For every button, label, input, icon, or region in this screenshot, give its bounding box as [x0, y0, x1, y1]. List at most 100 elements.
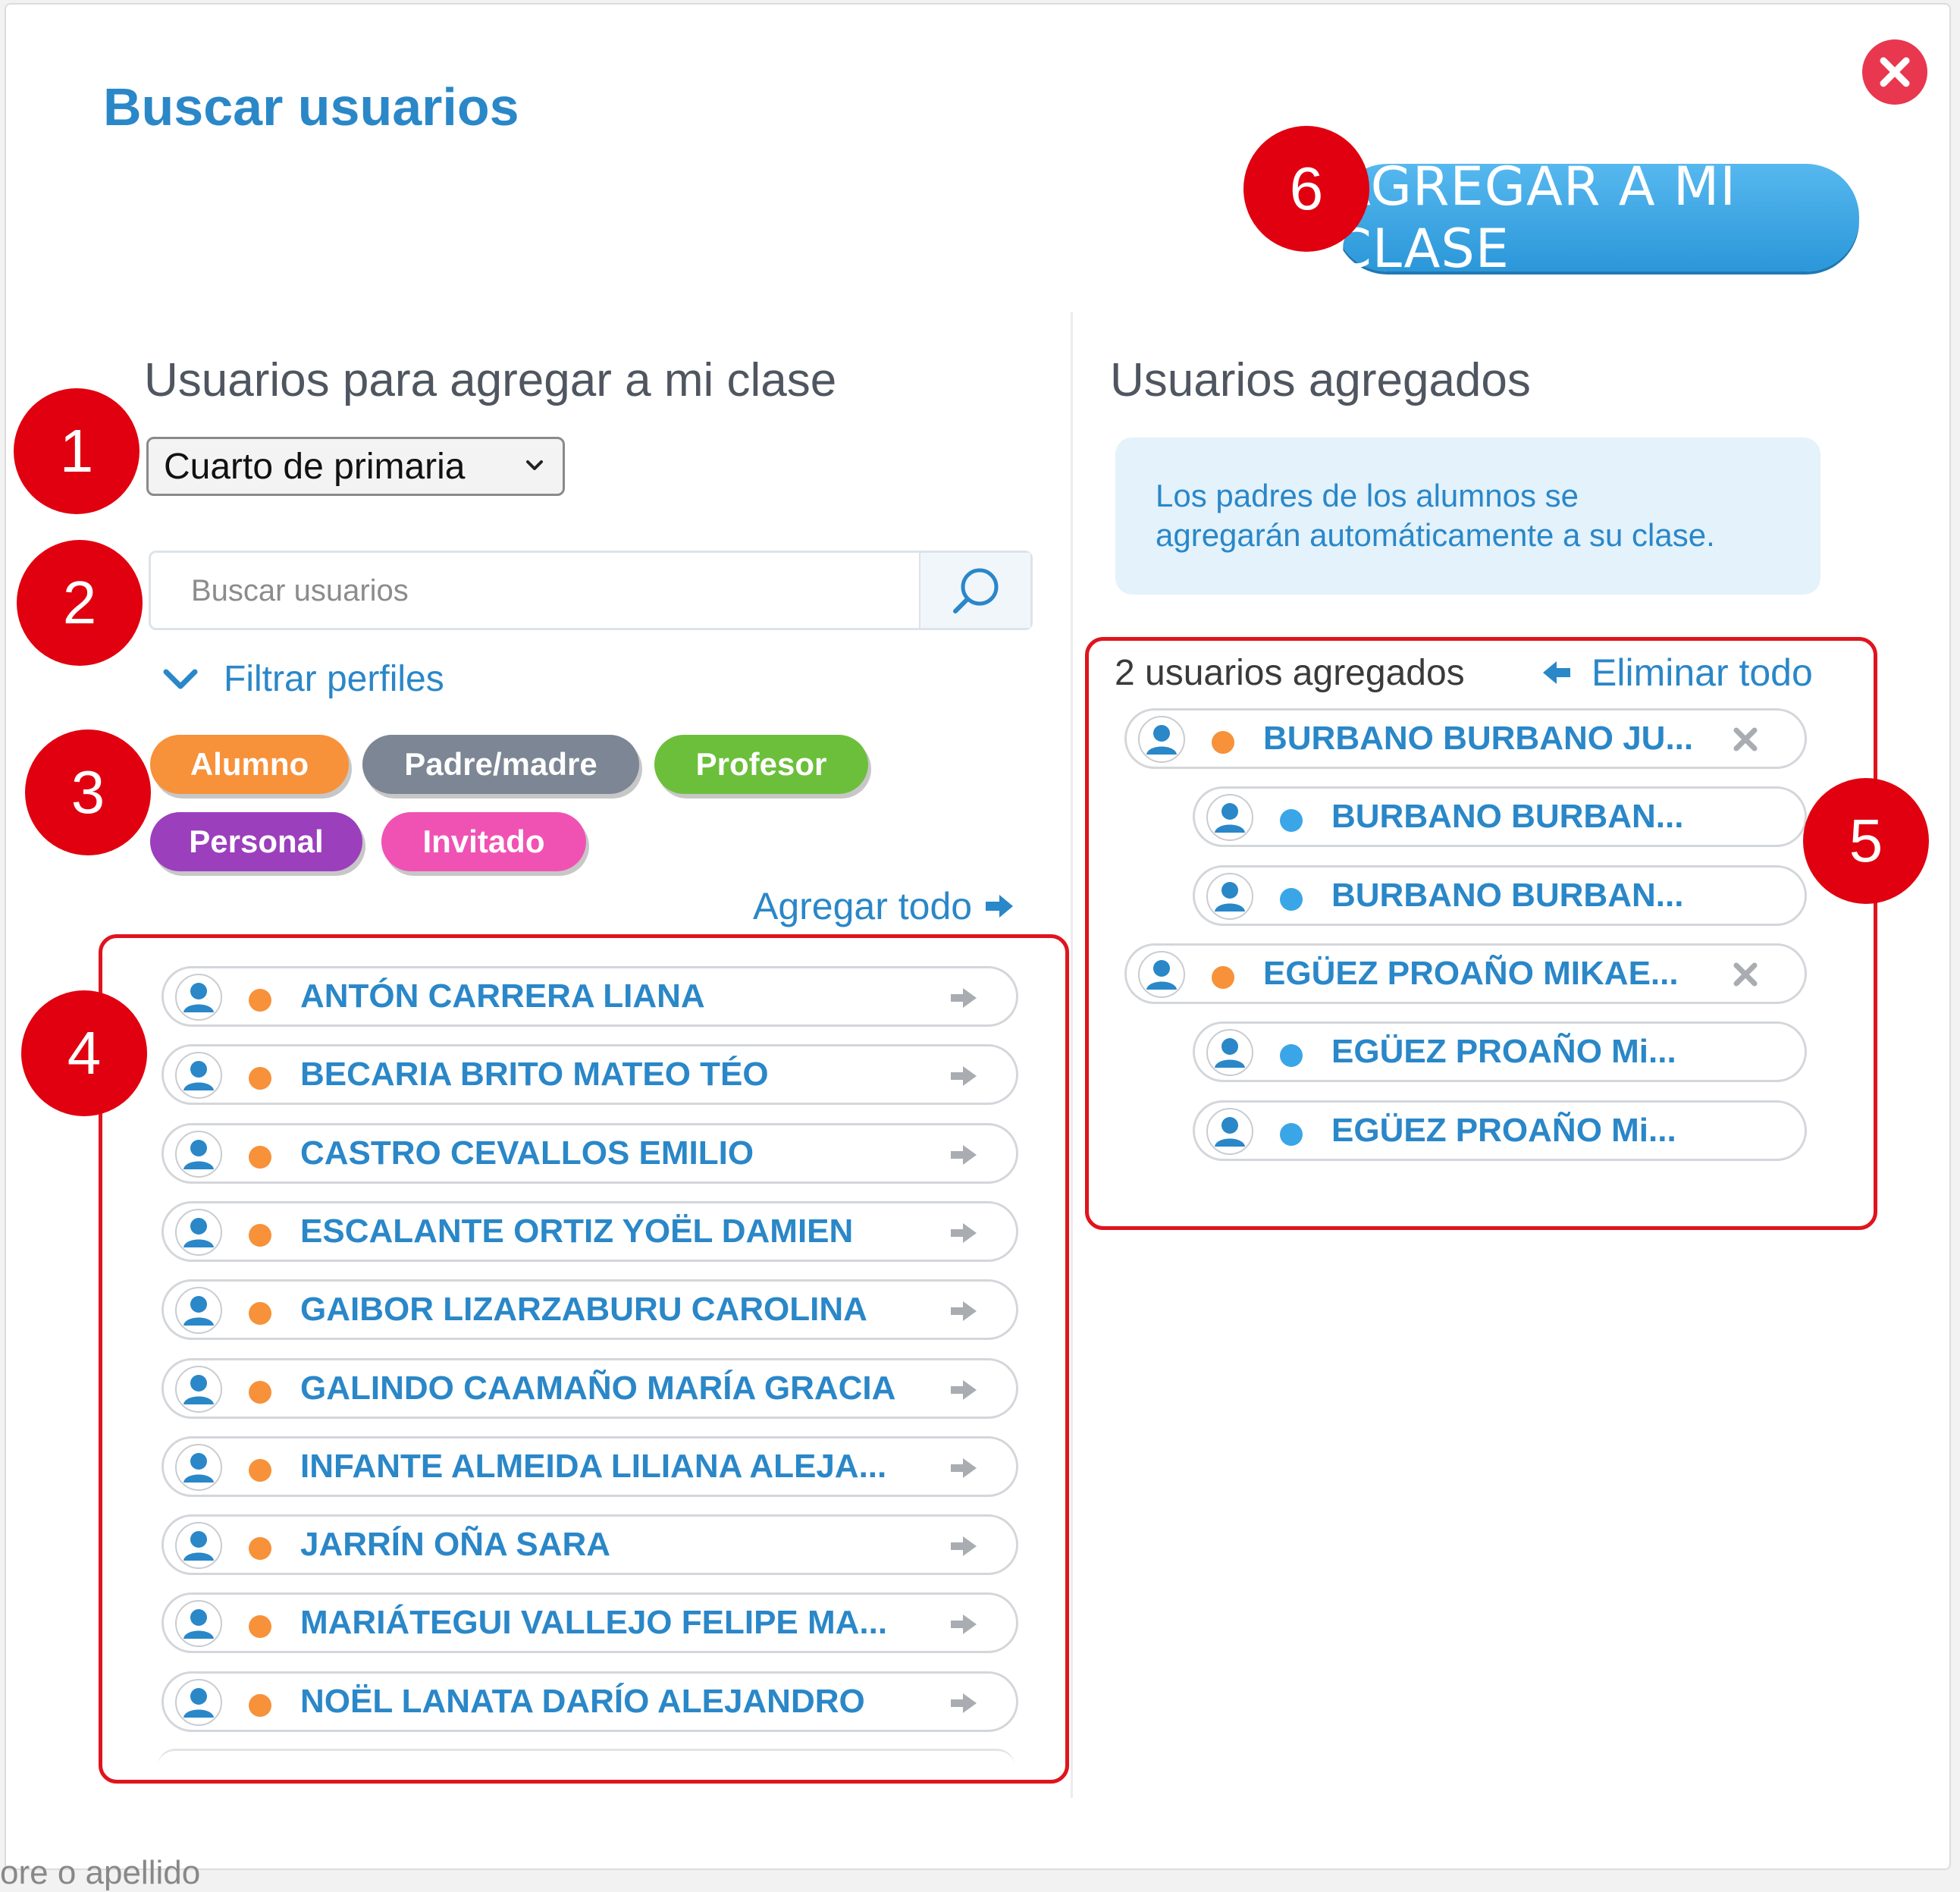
student-status-dot	[249, 1537, 271, 1561]
user-name: CASTRO CEVALLOS EMILIO	[300, 1134, 754, 1172]
grade-select[interactable]: Cuarto de primaria	[146, 437, 565, 496]
add-user-arrow-icon[interactable]	[949, 1144, 978, 1166]
annotation-badge-4: 4	[21, 990, 147, 1116]
remove-user-icon[interactable]	[1732, 961, 1759, 988]
add-user-arrow-icon[interactable]	[949, 1300, 978, 1323]
user-name: ANTÓN CARRERA LIANA	[300, 977, 705, 1015]
available-user-row[interactable]: CASTRO CEVALLOS EMILIO	[162, 1122, 1018, 1184]
added-parent-row[interactable]: BURBANO BURBAN...	[1193, 864, 1807, 926]
filter-chip-padre-madre[interactable]: Padre/madre	[362, 735, 639, 794]
add-all-link[interactable]: Agregar todo	[753, 884, 1014, 928]
added-users-count: 2 usuarios agregados	[1115, 653, 1465, 693]
add-user-arrow-icon[interactable]	[949, 1457, 978, 1479]
user-name: MARIÁTEGUI VALLEJO FELIPE MA...	[300, 1604, 888, 1642]
user-avatar-icon	[175, 1678, 222, 1726]
student-status-dot	[1212, 731, 1234, 754]
annotation-badge-1: 1	[14, 388, 140, 514]
added-user-name: EGÜEZ PROAÑO Mi...	[1331, 1111, 1676, 1149]
remove-user-icon[interactable]	[1732, 726, 1759, 753]
student-status-dot	[249, 1693, 271, 1717]
filter-chip-invitado[interactable]: Invitado	[381, 812, 586, 871]
user-name: GAIBOR LIZARZABURU CAROLINA	[300, 1291, 867, 1329]
user-avatar-icon	[1206, 794, 1253, 842]
add-user-arrow-icon[interactable]	[949, 1692, 978, 1715]
close-icon	[1880, 57, 1910, 87]
available-user-row[interactable]: GALINDO CAAMAÑO MARÍA GRACIA	[162, 1357, 1018, 1419]
remove-all-link[interactable]: Eliminar todo	[1541, 651, 1813, 695]
user-avatar-icon	[1206, 872, 1253, 920]
grade-select-value: Cuarto de primaria	[164, 446, 466, 487]
arrow-right-icon	[986, 895, 1014, 918]
user-avatar-icon	[175, 1365, 222, 1413]
search-button[interactable]	[919, 553, 1030, 628]
add-user-arrow-icon[interactable]	[949, 1222, 978, 1244]
student-status-dot	[249, 1302, 271, 1326]
user-search-field[interactable]: Buscar usuarios	[149, 551, 1033, 630]
info-text-line-2: agregarán automáticamente a su clase.	[1156, 517, 1715, 553]
added-parent-row[interactable]: BURBANO BURBAN...	[1193, 786, 1807, 848]
available-user-row[interactable]: JARRÍN OÑA SARA	[162, 1514, 1018, 1576]
filter-profiles-label: Filtrar perfiles	[224, 659, 444, 699]
parent-status-dot	[1280, 887, 1303, 911]
added-user-name: BURBANO BURBAN...	[1331, 798, 1684, 836]
search-input[interactable]: Buscar usuarios	[191, 574, 409, 608]
add-user-arrow-icon[interactable]	[949, 987, 978, 1009]
available-users-heading: Usuarios para agregar a mi clase	[144, 354, 837, 406]
available-user-row[interactable]: MARIÁTEGUI VALLEJO FELIPE MA...	[162, 1592, 1018, 1654]
user-avatar-icon	[1138, 950, 1185, 998]
background-page-hint: ore o apellido	[0, 1854, 201, 1891]
added-student-row[interactable]: BURBANO BURBANO JU...	[1124, 708, 1807, 769]
user-avatar-icon	[175, 1130, 222, 1178]
user-avatar-icon	[175, 974, 222, 1021]
add-to-my-class-button[interactable]: AGREGAR A MI CLASE	[1334, 155, 1859, 280]
filter-chip-profesor[interactable]: Profesor	[654, 735, 868, 794]
student-status-dot	[249, 1380, 271, 1404]
parent-status-dot	[1280, 1044, 1303, 1068]
add-all-label: Agregar todo	[753, 885, 973, 927]
close-button[interactable]	[1862, 39, 1927, 105]
add-user-arrow-icon[interactable]	[949, 1065, 978, 1087]
available-user-row[interactable]: INFANTE ALMEIDA LILIANA ALEJA...	[162, 1435, 1018, 1497]
available-user-row[interactable]: ESCALANTE ORTIZ YOËL DAMIEN	[162, 1200, 1018, 1262]
annotation-badge-5: 5	[1803, 778, 1929, 904]
list-scroll-edge	[158, 1749, 1014, 1766]
added-user-name: BURBANO BURBAN...	[1331, 876, 1684, 914]
filter-chip-personal[interactable]: Personal	[150, 812, 362, 871]
arrow-left-icon	[1543, 661, 1570, 684]
added-parent-row[interactable]: EGÜEZ PROAÑO Mi...	[1193, 1021, 1807, 1083]
filter-profiles-toggle[interactable]: Filtrar perfiles	[162, 658, 444, 700]
parent-status-dot	[1280, 1122, 1303, 1146]
available-user-row[interactable]: ANTÓN CARRERA LIANA	[162, 966, 1018, 1027]
added-parent-row[interactable]: EGÜEZ PROAÑO Mi...	[1193, 1100, 1807, 1161]
user-avatar-icon	[175, 1522, 222, 1570]
available-user-row[interactable]: GAIBOR LIZARZABURU CAROLINA	[162, 1279, 1018, 1341]
available-user-row[interactable]: BECARIA BRITO MATEO TÉO	[162, 1044, 1018, 1106]
added-user-name: BURBANO BURBANO JU...	[1263, 720, 1694, 757]
student-status-dot	[1212, 965, 1234, 989]
filter-chip-alumno[interactable]: Alumno	[150, 735, 349, 794]
user-avatar-icon	[175, 1052, 222, 1100]
user-avatar-icon	[175, 1287, 222, 1335]
add-user-arrow-icon[interactable]	[949, 1613, 978, 1636]
add-user-arrow-icon[interactable]	[949, 1379, 978, 1401]
added-student-row[interactable]: EGÜEZ PROAÑO MIKAE...	[1124, 943, 1807, 1004]
add-user-arrow-icon[interactable]	[949, 1535, 978, 1558]
student-status-dot	[249, 989, 271, 1012]
added-user-name: EGÜEZ PROAÑO MIKAE...	[1263, 954, 1679, 992]
parent-status-dot	[1280, 809, 1303, 833]
user-name: GALINDO CAAMAÑO MARÍA GRACIA	[300, 1369, 896, 1407]
search-icon	[952, 568, 998, 613]
user-avatar-icon	[1206, 1029, 1253, 1077]
user-name: NOËL LANATA DARÍO ALEJANDRO	[300, 1682, 865, 1720]
chevron-down-icon	[163, 669, 198, 689]
added-users-heading: Usuarios agregados	[1110, 354, 1531, 406]
available-user-row[interactable]: NOËL LANATA DARÍO ALEJANDRO	[162, 1671, 1018, 1732]
chevron-down-icon	[526, 460, 543, 470]
user-avatar-icon	[1138, 716, 1185, 763]
user-avatar-icon	[175, 1208, 222, 1256]
user-avatar-icon	[175, 1600, 222, 1648]
user-name: BECARIA BRITO MATEO TÉO	[300, 1056, 769, 1093]
user-avatar-icon	[175, 1443, 222, 1491]
remove-all-label: Eliminar todo	[1592, 651, 1813, 694]
annotation-badge-2: 2	[17, 540, 143, 666]
